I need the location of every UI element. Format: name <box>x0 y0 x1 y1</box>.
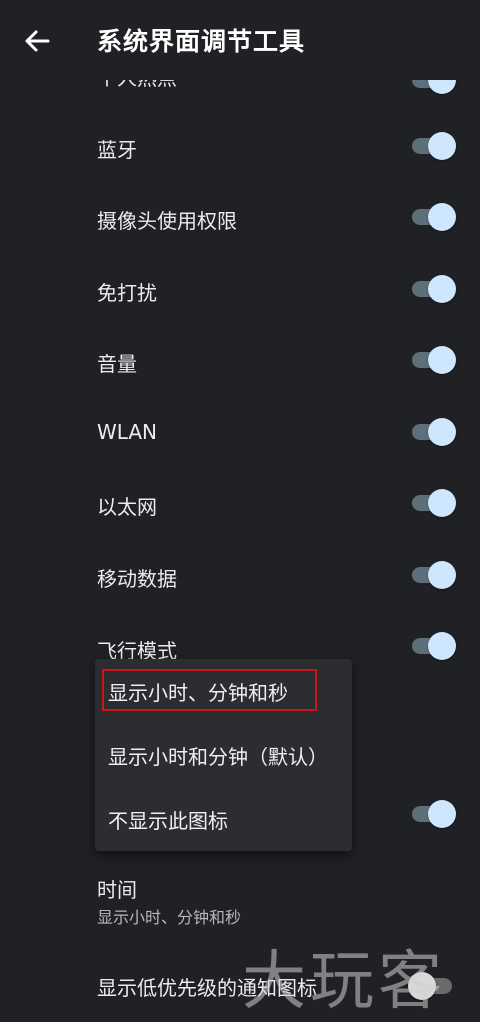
page-title: 系统界面调节工具 <box>97 27 306 56</box>
setting-row-dnd[interactable]: 免打扰 <box>0 253 480 325</box>
red-highlight-box <box>102 669 317 711</box>
arrow-left-icon[interactable] <box>22 26 52 56</box>
option-hide-icon[interactable]: 不显示此图标 <box>95 787 352 851</box>
setting-row-volume[interactable]: 音量 <box>0 324 480 396</box>
setting-row-mobile-data[interactable]: 移动数据 <box>0 539 480 611</box>
setting-label: 免打扰 <box>97 281 157 305</box>
bluetooth-toggle[interactable] <box>410 132 456 160</box>
setting-label: 移动数据 <box>97 567 177 591</box>
mobile-data-toggle[interactable] <box>410 561 456 589</box>
setting-row-camera[interactable]: 摄像头使用权限 <box>0 181 480 253</box>
ethernet-toggle[interactable] <box>410 489 456 517</box>
setting-label: 以太网 <box>97 495 157 519</box>
setting-row-wlan[interactable]: WLAN <box>0 396 480 468</box>
airplane-toggle[interactable] <box>410 632 456 660</box>
time-label: 时间 <box>97 878 137 902</box>
setting-row-bluetooth[interactable]: 蓝牙 <box>0 110 480 182</box>
watermark: 大玩客 <box>242 945 446 1019</box>
camera-toggle[interactable] <box>410 203 456 231</box>
setting-label: WLAN <box>97 420 158 444</box>
setting-label: 摄像头使用权限 <box>97 209 237 233</box>
app-bar: 系统界面调节工具 <box>0 0 480 80</box>
setting-row-ethernet[interactable]: 以太网 <box>0 467 480 539</box>
dnd-toggle[interactable] <box>410 275 456 303</box>
time-summary: 显示小时、分钟和秒 <box>97 908 242 927</box>
settings-list: 个人热点 蓝牙 摄像头使用权限 免打扰 音量 WLAN 以太网 移动数据 飞行模… <box>0 0 480 1017</box>
option-hours-minutes-default[interactable]: 显示小时和分钟（默认） <box>95 723 352 787</box>
wlan-toggle[interactable] <box>410 418 456 446</box>
hidden-row-toggle[interactable] <box>410 800 456 828</box>
volume-toggle[interactable] <box>410 346 456 374</box>
setting-label: 蓝牙 <box>97 138 137 162</box>
setting-row-time[interactable]: 时间 显示小时、分钟和秒 <box>0 862 480 932</box>
setting-label: 音量 <box>97 352 137 376</box>
